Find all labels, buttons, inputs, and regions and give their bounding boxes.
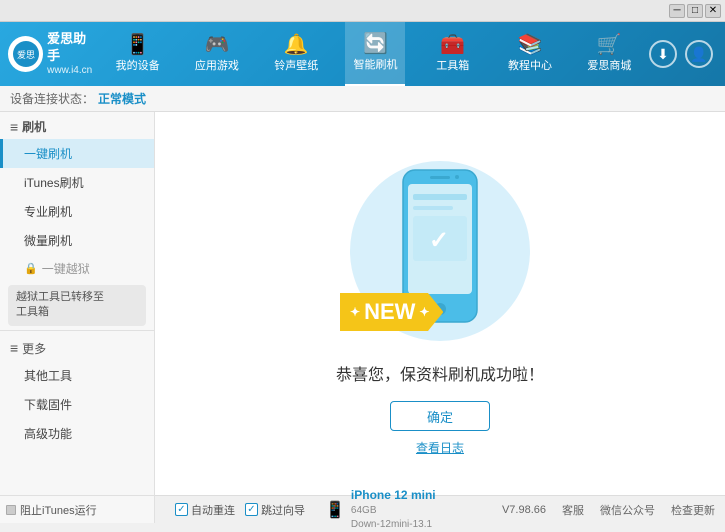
nav-store-label: 爱思商城 <box>587 57 631 73</box>
header-right: ⬇ 👤 <box>649 40 717 68</box>
new-badge: ✦ NEW ✦ <box>340 293 443 331</box>
sparkle-left: ✦ <box>350 305 360 319</box>
auto-reconnect-checkbox[interactable]: ✓ 自动重连 <box>175 502 235 518</box>
nav-store[interactable]: 🛒 爱思商城 <box>579 22 639 86</box>
minimize-btn[interactable]: ─ <box>669 4 685 18</box>
sidebar-item-jailbreak-disabled: 🔒 一键越狱 <box>0 255 154 281</box>
maximize-btn[interactable]: □ <box>687 4 703 18</box>
sparkle-right: ✦ <box>419 305 429 319</box>
skip-wizard-label: 跳过向导 <box>261 502 305 518</box>
flash-section-label: 刷机 <box>22 118 46 135</box>
store-nav-icon: 🛒 <box>597 35 622 55</box>
sidebar-divider <box>0 330 154 331</box>
jailbreak-label: 一键越狱 <box>42 260 90 277</box>
customer-service-link[interactable]: 客服 <box>562 502 584 518</box>
device-text: iPhone 12 mini 64GB Down-12mini-13.1 <box>351 487 436 532</box>
svg-text:✓: ✓ <box>429 227 449 254</box>
svg-text:爱思: 爱思 <box>17 50 35 60</box>
device-storage: 64GB <box>351 504 436 518</box>
device-phone-icon: 📱 <box>325 500 345 520</box>
auto-reconnect-label: 自动重连 <box>191 502 235 518</box>
more-section-label: 更多 <box>22 340 46 357</box>
sidebar-item-download-firmware[interactable]: 下载固件 <box>0 390 154 419</box>
bottom-right: V7.98.66 客服 微信公众号 检查更新 <box>502 502 715 518</box>
nav-apps-games[interactable]: 🎮 应用游戏 <box>187 22 247 86</box>
nav-toolbox[interactable]: 🧰 工具箱 <box>425 22 481 86</box>
lock-icon: 🔒 <box>24 262 38 275</box>
nav-toolbox-label: 工具箱 <box>436 57 469 73</box>
status-label: 设备连接状态： <box>10 90 94 107</box>
nav-smart-flash[interactable]: 🔄 智能刷机 <box>345 22 405 86</box>
nav-tutorials[interactable]: 📚 教程中心 <box>500 22 560 86</box>
header: 爱思 爱思助手 www.i4.cn 📱 我的设备 🎮 应用游戏 🔔 铃声壁纸 🔄… <box>0 22 725 86</box>
view-log-link[interactable]: 查看日志 <box>416 439 464 456</box>
sidebar-item-micro-flash[interactable]: 微量刷机 <box>0 226 154 255</box>
success-message: 恭喜您，保资料刷机成功啦！ <box>336 361 544 385</box>
nav-smart-flash-label: 智能刷机 <box>353 56 397 72</box>
bottom-bar: 阻止iTunes运行 ✓ 自动重连 ✓ 跳过向导 📱 iPhone 12 min… <box>0 495 725 523</box>
wechat-link[interactable]: 微信公众号 <box>600 502 655 518</box>
sidebar: ≡ 刷机 一键刷机 iTunes刷机 专业刷机 微量刷机 🔒 一键越狱 越狱工具… <box>0 112 155 495</box>
nav-ringtones[interactable]: 🔔 铃声壁纸 <box>266 22 326 86</box>
sidebar-more-section: ≡ 更多 <box>0 335 154 361</box>
nav-my-device[interactable]: 📱 我的设备 <box>108 22 168 86</box>
nav-apps-games-label: 应用游戏 <box>195 57 239 73</box>
close-btn[interactable]: ✕ <box>705 4 721 18</box>
version-label: V7.98.66 <box>502 504 546 516</box>
download-btn[interactable]: ⬇ <box>649 40 677 68</box>
content-area: ✓ ✦ NEW ✦ 恭喜您，保资料刷机成功啦！ 确定 查看日志 <box>155 112 725 495</box>
flash-nav-icon: 🔄 <box>363 34 388 54</box>
nav-my-device-label: 我的设备 <box>116 57 160 73</box>
device-version: Down-12mini-13.1 <box>351 518 436 532</box>
sidebar-notice: 越狱工具已转移至工具箱 <box>8 285 146 326</box>
skip-wizard-checkbox[interactable]: ✓ 跳过向导 <box>245 502 305 518</box>
check-update-link[interactable]: 检查更新 <box>671 502 715 518</box>
title-bar: ─ □ ✕ <box>0 0 725 22</box>
toolbox-nav-icon: 🧰 <box>440 35 465 55</box>
more-section-icon: ≡ <box>10 340 18 356</box>
itunes-label: 阻止iTunes运行 <box>20 502 97 518</box>
logo-area: 爱思 爱思助手 www.i4.cn <box>8 31 98 78</box>
nav-items: 📱 我的设备 🎮 应用游戏 🔔 铃声壁纸 🔄 智能刷机 🧰 工具箱 📚 教程中心… <box>98 22 649 86</box>
status-value: 正常模式 <box>98 90 146 107</box>
phone-illustration: ✓ ✦ NEW ✦ <box>330 151 550 351</box>
main-container: ≡ 刷机 一键刷机 iTunes刷机 专业刷机 微量刷机 🔒 一键越狱 越狱工具… <box>0 112 725 495</box>
new-banner: ✦ NEW ✦ <box>340 293 443 331</box>
logo-text: 爱思助手 www.i4.cn <box>47 31 98 78</box>
sidebar-item-onekey-flash[interactable]: 一键刷机 <box>0 139 154 168</box>
stop-itunes-btn[interactable] <box>6 505 16 515</box>
device-nav-icon: 📱 <box>125 35 150 55</box>
nav-tutorials-label: 教程中心 <box>508 57 552 73</box>
device-name: iPhone 12 mini <box>351 487 436 504</box>
sidebar-item-advanced[interactable]: 高级功能 <box>0 419 154 448</box>
user-btn[interactable]: 👤 <box>685 40 713 68</box>
sidebar-item-pro-flash[interactable]: 专业刷机 <box>0 197 154 226</box>
logo-icon: 爱思 <box>8 36 43 72</box>
flash-section-icon: ≡ <box>10 119 18 135</box>
confirm-button[interactable]: 确定 <box>390 401 490 431</box>
tutorial-nav-icon: 📚 <box>518 35 543 55</box>
skip-wizard-check-icon: ✓ <box>245 503 258 516</box>
status-bar: 设备连接状态： 正常模式 <box>0 86 725 112</box>
apps-nav-icon: 🎮 <box>204 35 229 55</box>
ringtone-nav-icon: 🔔 <box>284 35 309 55</box>
sidebar-flash-section: ≡ 刷机 <box>0 112 154 139</box>
sidebar-item-itunes-flash[interactable]: iTunes刷机 <box>0 168 154 197</box>
bottom-left: 阻止iTunes运行 ✓ 自动重连 ✓ 跳过向导 📱 iPhone 12 min… <box>10 487 502 532</box>
new-text: NEW <box>364 299 415 325</box>
auto-reconnect-check-icon: ✓ <box>175 503 188 516</box>
itunes-bar: 阻止iTunes运行 <box>0 495 155 523</box>
nav-ringtones-label: 铃声壁纸 <box>274 57 318 73</box>
device-info: 📱 iPhone 12 mini 64GB Down-12mini-13.1 <box>325 487 436 532</box>
sidebar-item-other-tools[interactable]: 其他工具 <box>0 361 154 390</box>
